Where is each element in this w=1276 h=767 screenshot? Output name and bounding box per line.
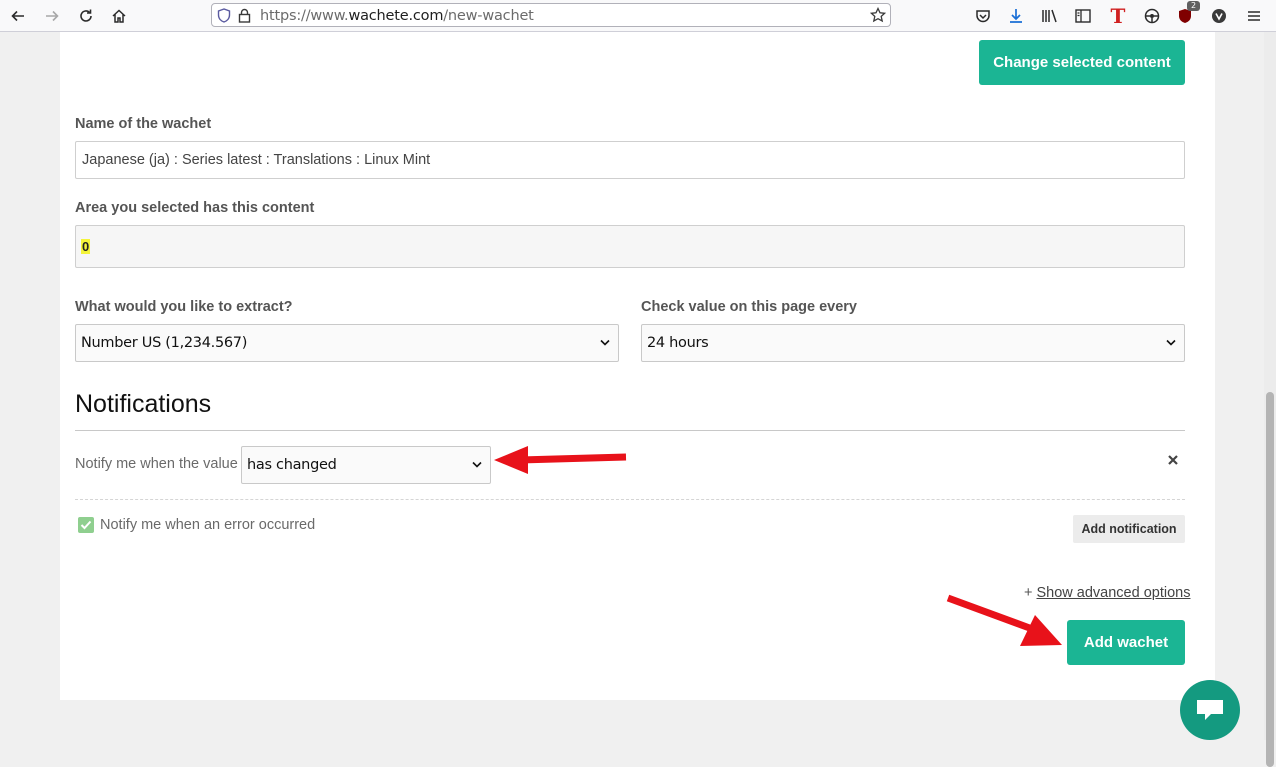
change-selected-content-button[interactable]: Change selected content xyxy=(979,40,1185,85)
forward-button[interactable] xyxy=(40,4,64,28)
sidebar-icon xyxy=(1075,9,1091,23)
library-button[interactable] xyxy=(1038,4,1062,28)
back-button[interactable] xyxy=(6,4,30,28)
check-interval-label: Check value on this page every xyxy=(641,299,857,315)
chevron-down-icon xyxy=(600,339,610,346)
chevron-down-icon xyxy=(472,461,482,468)
notifications-divider xyxy=(75,430,1185,431)
chevron-down-icon xyxy=(1166,339,1176,346)
extension-icon xyxy=(1144,8,1160,24)
extension2-button[interactable] xyxy=(1207,4,1231,28)
name-input-value: Japanese (ja) : Series latest : Translat… xyxy=(82,152,431,168)
star-icon[interactable] xyxy=(870,7,886,23)
t-extension-icon: T xyxy=(1110,4,1126,28)
area-content-box: 0 xyxy=(75,225,1185,268)
pocket-button[interactable] xyxy=(971,4,995,28)
notification-separator xyxy=(75,499,1185,500)
extract-select[interactable]: Number US (1,234.567) xyxy=(75,324,619,362)
reload-icon xyxy=(80,9,92,22)
check-interval-select[interactable]: 24 hours xyxy=(641,324,1185,362)
home-button[interactable] xyxy=(107,4,131,28)
extract-label: What would you like to extract? xyxy=(75,299,293,315)
url-path: /new-wachet xyxy=(443,8,534,24)
area-content-value: 0 xyxy=(81,238,91,254)
notifications-heading: Notifications xyxy=(75,390,212,418)
library-icon xyxy=(1042,9,1057,23)
name-input[interactable]: Japanese (ja) : Series latest : Translat… xyxy=(75,141,1185,179)
notify-value-label: Notify me when the value xyxy=(75,456,238,472)
chat-icon xyxy=(1197,700,1223,720)
extension2-icon xyxy=(1212,9,1226,23)
menu-icon xyxy=(1248,11,1260,21)
url-prefix: https://www. xyxy=(260,8,349,24)
back-icon xyxy=(11,10,24,22)
close-icon[interactable] xyxy=(1168,455,1178,465)
reload-button[interactable] xyxy=(74,4,98,28)
lock-icon[interactable] xyxy=(238,8,251,23)
url-text[interactable]: https://www.wachete.com/new-wachet xyxy=(260,8,534,24)
extract-select-value: Number US (1,234.567) xyxy=(81,335,248,351)
shield-icon[interactable] xyxy=(217,8,231,23)
pocket-icon xyxy=(976,10,990,23)
scrollbar-thumb[interactable] xyxy=(1266,392,1274,767)
url-domain: wachete.com xyxy=(348,8,444,24)
name-label: Name of the wachet xyxy=(75,116,212,132)
extension-button[interactable] xyxy=(1140,4,1164,28)
notify-condition-select[interactable]: has changed xyxy=(241,446,491,484)
home-icon xyxy=(112,9,126,23)
check-interval-value: 24 hours xyxy=(647,335,709,351)
annotation-arrow-select xyxy=(494,446,627,474)
annotation-arrow-add xyxy=(946,594,1062,646)
t-extension-button[interactable]: T xyxy=(1106,4,1130,28)
error-notify-checkbox[interactable] xyxy=(78,517,94,533)
error-notify-label[interactable]: Notify me when an error occurred xyxy=(100,517,315,533)
download-button[interactable] xyxy=(1004,4,1028,28)
add-wachet-button[interactable]: Add wachet xyxy=(1067,620,1185,665)
browser-toolbar: https://www.wachete.com/new-wachet T 2 xyxy=(0,0,1276,32)
page-scrollbar[interactable] xyxy=(1264,32,1276,767)
extension-badge: 2 xyxy=(1187,1,1200,11)
check-icon xyxy=(80,520,92,530)
area-content-label: Area you selected has this content xyxy=(75,200,315,216)
download-icon xyxy=(1010,9,1022,23)
sidebar-button[interactable] xyxy=(1071,4,1095,28)
address-bar[interactable]: https://www.wachete.com/new-wachet xyxy=(211,3,891,27)
chat-button[interactable] xyxy=(1180,680,1240,740)
ublock-button[interactable]: 2 xyxy=(1173,1,1200,28)
add-notification-button[interactable]: Add notification xyxy=(1073,515,1185,543)
forward-icon xyxy=(46,10,59,22)
menu-button[interactable] xyxy=(1242,4,1266,28)
notify-condition-value: has changed xyxy=(247,457,337,473)
